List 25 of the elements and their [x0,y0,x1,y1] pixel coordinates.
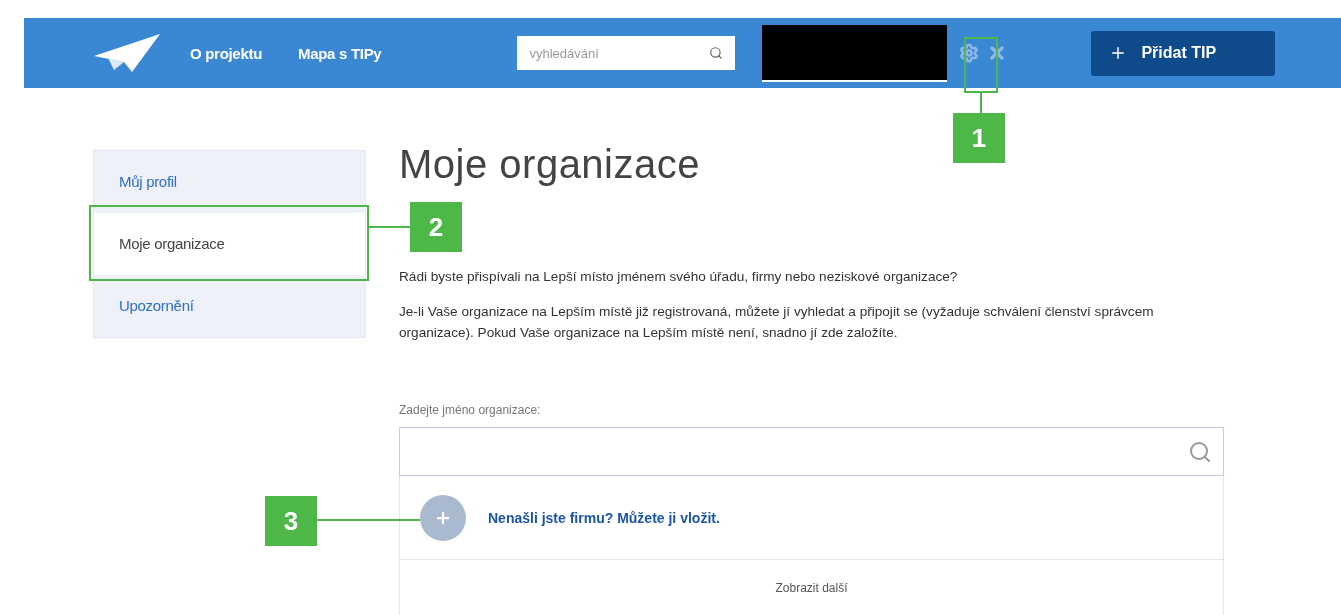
search-field[interactable]: vyhledávání [517,36,736,70]
plus-circle-icon[interactable] [420,494,466,541]
paragraph: Rádi byste přispívali na Lepší místo jménem svého úřadu, firmy nebo neziskové organizace? [399,268,959,286]
highlight-frame [964,37,998,93]
settings-icon[interactable] [959,43,980,63]
add-tip-button[interactable]: Přidat TIP [1091,30,1276,76]
nav-link[interactable]: Mapa s TIPy [298,44,382,62]
callout-number: 3 [265,496,317,546]
organization-search-field[interactable] [399,427,1224,476]
leader-line [980,93,982,113]
search-icon [1188,439,1212,464]
page-title: Moje organizace [399,142,701,187]
add-organization-link[interactable]: Nenašli jste firmu? Můžete ji vložit. [488,509,720,526]
search-icon [709,46,724,60]
show-more-link[interactable]: Zobrazit další [399,560,1224,615]
nav-link[interactable]: O projektu [190,44,262,62]
paper-plane-logo[interactable] [94,34,160,72]
sidebar-item[interactable]: Moje organizace [94,213,365,275]
sidebar-item[interactable]: Upozornění [94,275,365,337]
paragraph: Je-li Vaše organizace na Lepším místě již registrovaná, můžete jí vyhledat a připojit se (vyžaduje schválení členství správcem organizace). Pokud Vaše organizace na Lepším místě není, snadno jí zde založíte. [399,303,1155,342]
sidebar-item[interactable]: Můj profil [94,151,365,213]
field-label: Zadejte jméno organizace: [399,403,542,417]
leader-line [369,226,410,228]
callout-number: 1 [953,113,1005,163]
callout-number: 2 [410,202,462,252]
